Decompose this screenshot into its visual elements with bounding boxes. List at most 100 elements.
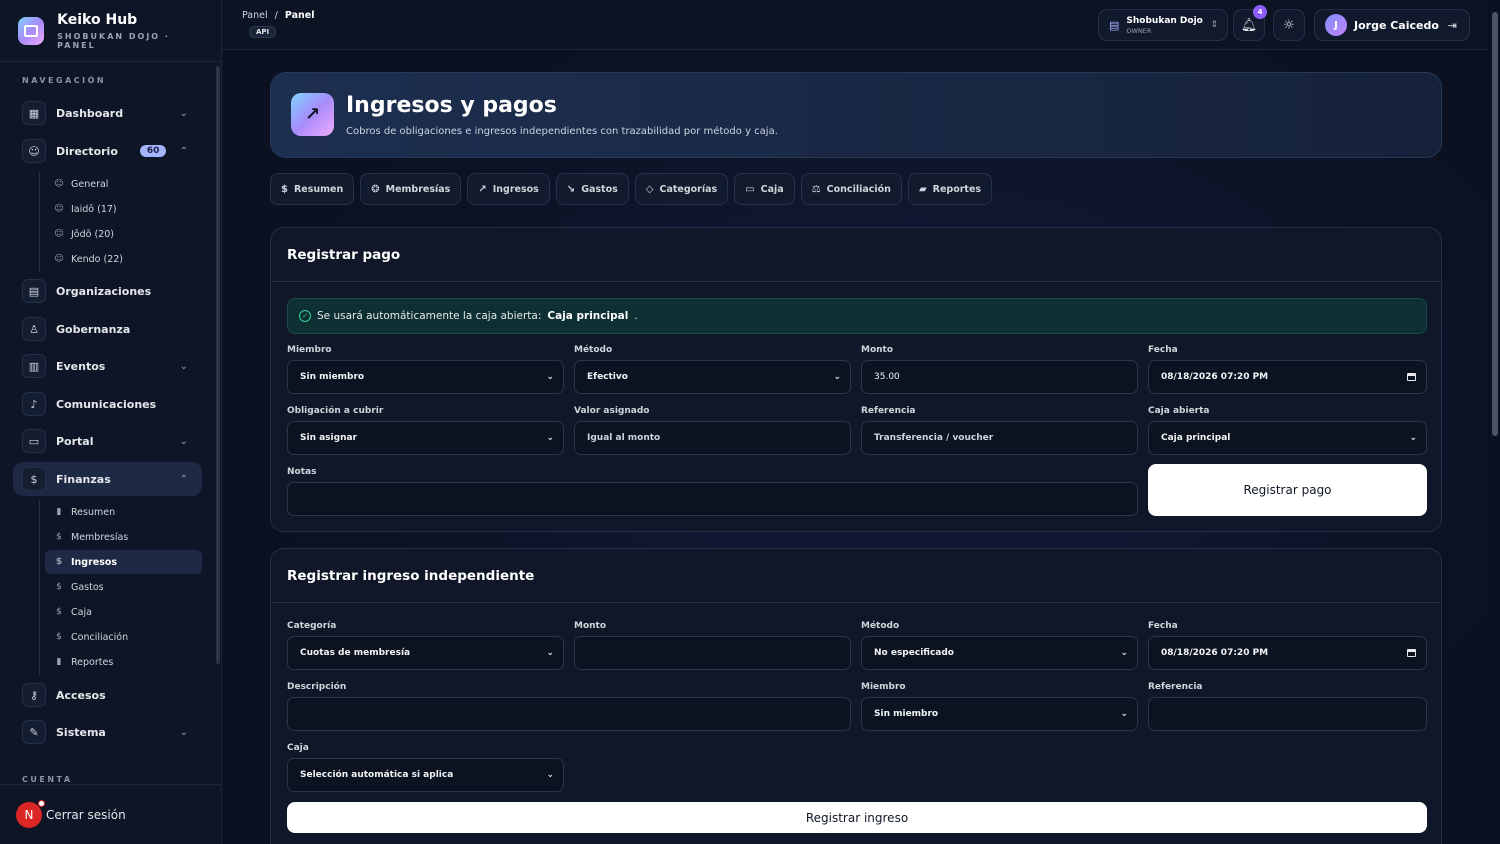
scrollbar-thumb[interactable] <box>1492 12 1498 436</box>
sidebar-item-label: Comunicaciones <box>56 397 157 411</box>
tab-ingresos[interactable]: ↗ Ingresos <box>467 173 550 205</box>
input-placeholder: Igual al monto <box>587 433 661 443</box>
registrar-pago-card: Registrar pago ✓ Se usará automáticament… <box>270 227 1442 532</box>
theme-toggle-button[interactable]: ☼ <box>1273 9 1305 41</box>
sidebar-item-accesos[interactable]: ⚷ Accesos <box>13 678 202 712</box>
sidebar-item-eventos[interactable]: ▥ Eventos ⌄ <box>13 349 202 383</box>
sidebar-subitem-label: Conciliación <box>71 631 129 643</box>
sidebar-item-sistema[interactable]: ✎ Sistema ⌄ <box>13 715 202 749</box>
tab-label: Conciliación <box>826 183 891 195</box>
tab-label: Reportes <box>932 183 982 195</box>
users-icon: ☺ <box>54 254 64 264</box>
key-icon: ⚷ <box>22 683 46 707</box>
sidebar-item-label: Accesos <box>56 688 106 702</box>
main-content: ↗ Ingresos y pagos Cobros de obligacione… <box>222 50 1488 844</box>
calendar-icon[interactable] <box>1407 373 1416 381</box>
tab-conciliacion[interactable]: ⚖ Conciliación <box>800 173 902 205</box>
sidebar-subitem-conciliacion[interactable]: $ Conciliación <box>45 625 202 649</box>
monto-input[interactable]: 35.00 <box>861 360 1138 394</box>
chevron-down-icon: ⌄ <box>179 435 188 447</box>
sidebar-subitem-ingresos[interactable]: $ Ingresos <box>45 550 202 574</box>
sidebar-subitem-label: Ingresos <box>71 556 118 568</box>
chevron-updown-icon: ⇕ <box>1210 20 1218 30</box>
select-value: No especificado <box>874 648 954 658</box>
chevron-up-icon: ⌃ <box>179 145 188 157</box>
referencia-input[interactable] <box>1148 697 1427 731</box>
miembro-select[interactable]: Sin miembro ⌄ <box>861 697 1138 731</box>
sidebar-item-dashboard[interactable]: ▦ Dashboard ⌄ <box>13 96 202 130</box>
logout-button[interactable]: Cerrar sesión <box>46 808 126 822</box>
categoria-select[interactable]: Cuotas de membresía ⌄ <box>287 636 564 670</box>
calendar-icon[interactable] <box>1407 649 1416 657</box>
sidebar-subitem-resumen[interactable]: ▮ Resumen <box>45 500 202 524</box>
registrar-ingreso-button[interactable]: Registrar ingreso <box>287 802 1427 833</box>
notifications-button[interactable]: 🔔︎ 4 <box>1233 5 1267 41</box>
tab-label: Categorías <box>659 183 718 195</box>
sidebar-item-comunicaciones[interactable]: ♪ Comunicaciones <box>13 387 202 421</box>
user-menu-button[interactable]: J Jorge Caicedo ⇥ <box>1314 9 1470 41</box>
notas-input[interactable] <box>287 482 1138 516</box>
tab-categorias[interactable]: ◇ Categorías <box>634 173 729 205</box>
check-circle-icon: ✓ <box>299 310 311 322</box>
users-icon: ☺ <box>54 204 64 214</box>
wrench-icon: ✎ <box>22 720 46 744</box>
sidebar-subitem-gastos[interactable]: $ Gastos <box>45 575 202 599</box>
tab-resumen[interactable]: $ Resumen <box>270 173 355 205</box>
brand-name: Keiko Hub <box>57 11 138 28</box>
sidebar-subitem-reportes[interactable]: ▮ Reportes <box>45 650 202 674</box>
status-dot <box>38 799 45 807</box>
users-icon: ☺ <box>22 139 46 163</box>
fecha-input[interactable]: 08/18/2026 07:20 PM <box>1148 636 1427 670</box>
tab-membresias[interactable]: ❂ Membresías <box>360 173 462 205</box>
sidebar-scrollbar[interactable] <box>216 66 220 664</box>
tab-gastos[interactable]: ↘ Gastos <box>555 173 629 205</box>
id-card-icon: ▭ <box>22 429 46 453</box>
dollar-icon: $ <box>56 607 62 617</box>
sidebar-item-portal[interactable]: ▭ Portal ⌄ <box>13 424 202 458</box>
sidebar-subitem-label: Resumen <box>71 506 116 518</box>
sidebar-item-gobernanza[interactable]: ♙ Gobernanza <box>13 312 202 346</box>
calendar-icon: ▥ <box>22 354 46 378</box>
sidebar-item-finanzas[interactable]: $ Finanzas ⌃ <box>13 462 202 496</box>
obligacion-select[interactable]: Sin asignar ⌄ <box>287 421 564 455</box>
arrow-up-right-icon: ↗ <box>291 93 334 136</box>
sidebar-item-directorio[interactable]: ☺ Directorio 60 ⌃ <box>13 134 202 168</box>
sidebar-subitem-iaido[interactable]: ☺ Iaidō (17) <box>45 197 202 221</box>
sidebar-subitem-kendo[interactable]: ☺ Kendo (22) <box>45 247 202 271</box>
sidebar-subitem-general[interactable]: ☺ General <box>45 172 202 196</box>
notification-count-badge: 4 <box>1253 5 1267 19</box>
sidebar-subitem-caja[interactable]: $ Caja <box>45 600 202 624</box>
tab-caja[interactable]: ▭ Caja <box>734 173 795 205</box>
metodo-select[interactable]: No especificado ⌄ <box>861 636 1138 670</box>
descripcion-input[interactable] <box>287 697 851 731</box>
miembro-select[interactable]: Sin miembro ⌄ <box>287 360 564 394</box>
caja-select[interactable]: Selección automática si aplica ⌄ <box>287 758 564 792</box>
breadcrumb-root[interactable]: Panel <box>242 10 268 21</box>
tab-reportes[interactable]: ▰ Reportes <box>907 173 993 205</box>
fecha-input[interactable]: 08/18/2026 07:20 PM <box>1148 360 1427 394</box>
chevron-down-icon: ⌄ <box>179 726 188 738</box>
sidebar-item-label: Gobernanza <box>56 322 131 336</box>
sidebar-subitem-jodo[interactable]: ☺ Jōdō (20) <box>45 222 202 246</box>
sidebar-item-label: Sistema <box>56 725 106 739</box>
avatar[interactable]: N <box>16 799 45 828</box>
caja-select[interactable]: Caja principal ⌄ <box>1148 421 1427 455</box>
brand-subtitle: SHOBUKAN DOJO · PANEL <box>57 31 170 50</box>
monto-input[interactable] <box>574 636 851 670</box>
registrar-pago-button[interactable]: Registrar pago <box>1148 464 1427 516</box>
org-switcher[interactable]: ▤ Shobukan Dojo OWNER ⇕ <box>1098 9 1228 41</box>
metodo-select[interactable]: Efectivo ⌄ <box>574 360 851 394</box>
page-scrollbar[interactable] <box>1490 0 1500 844</box>
sidebar-subitem-label: Membresías <box>71 531 129 543</box>
nav-section-label: NAVEGACIÓN <box>22 76 107 85</box>
logout-icon[interactable]: ⇥ <box>1448 19 1457 32</box>
tab-label: Membresías <box>385 183 451 195</box>
scale-icon: ⚖ <box>811 183 821 195</box>
field-label: Fecha <box>1148 621 1178 631</box>
valor-asignado-input[interactable]: Igual al monto <box>574 421 851 455</box>
referencia-input[interactable]: Transferencia / voucher <box>861 421 1138 455</box>
sidebar-subitem-membresias[interactable]: $ Membresías <box>45 525 202 549</box>
building-icon: ▤ <box>1109 18 1120 32</box>
brand[interactable]: Keiko Hub SHOBUKAN DOJO · PANEL <box>0 0 221 62</box>
sidebar-item-organizaciones[interactable]: ▤ Organizaciones <box>13 274 202 308</box>
